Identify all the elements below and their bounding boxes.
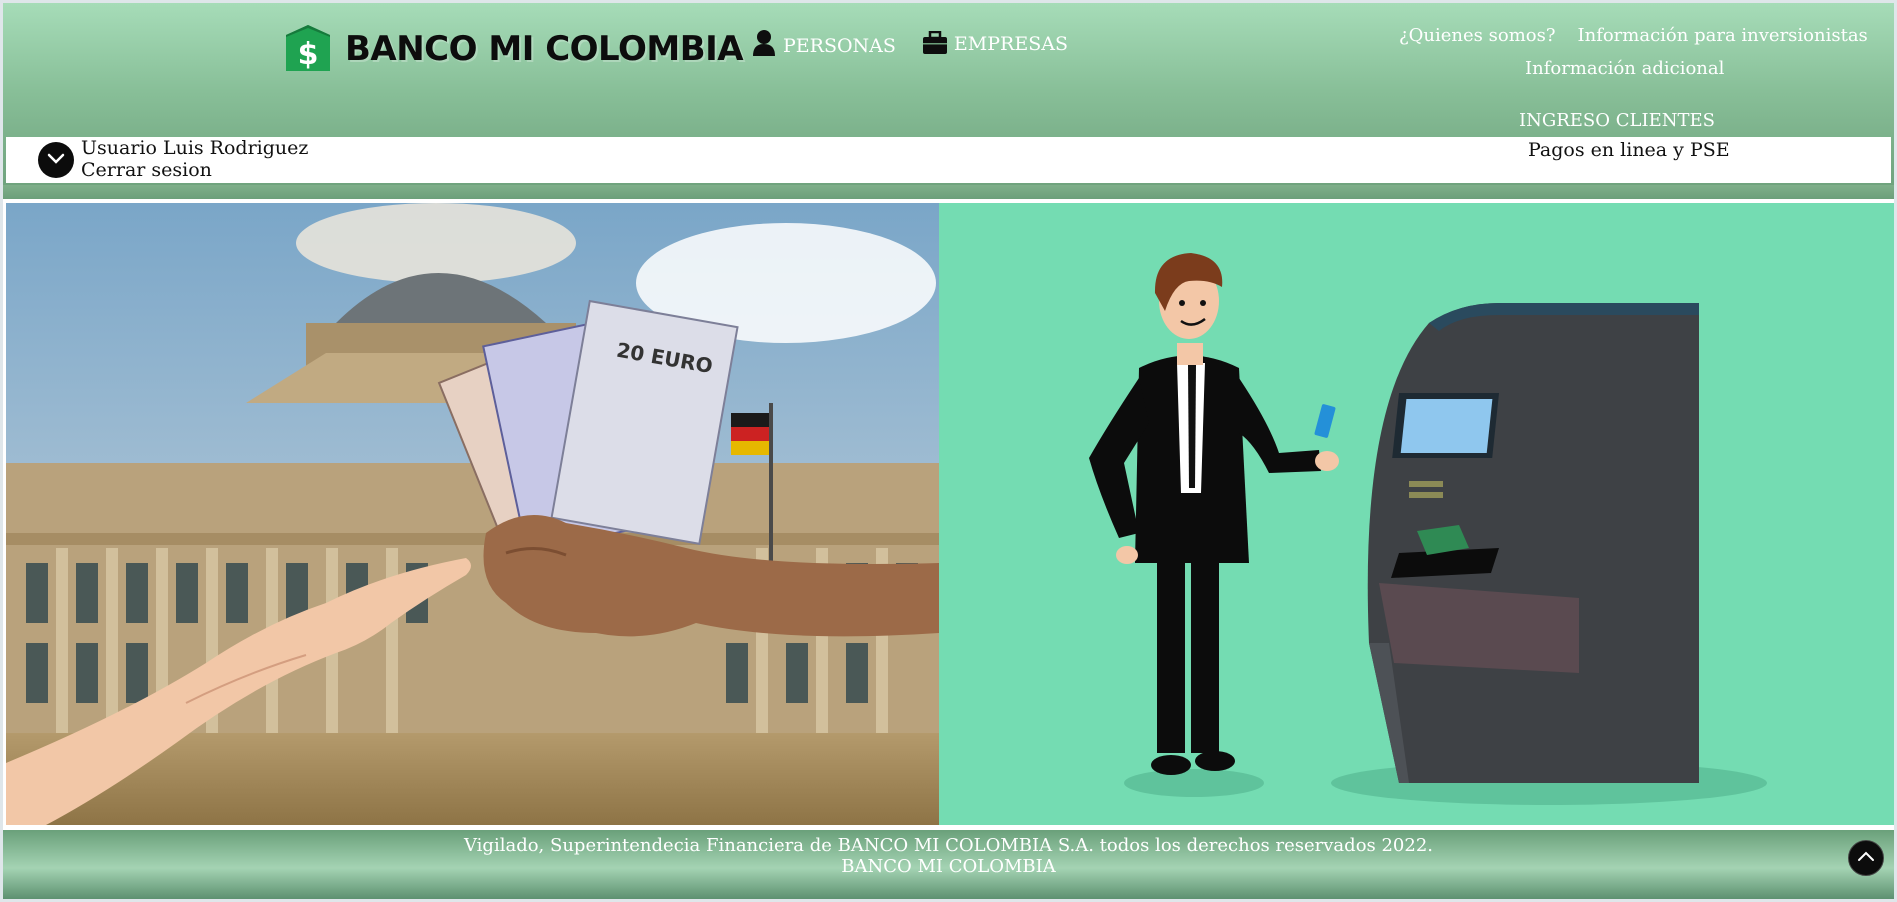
dollar-badge-icon: $: [286, 25, 330, 72]
nav-personas-label: PERSONAS: [783, 35, 896, 57]
user-bar: Usuario Luis Rodriguez Cerrar sesion Pag…: [6, 137, 1891, 183]
main-nav: PERSONAS EMPRESAS: [751, 29, 1068, 57]
person-icon: [753, 30, 775, 56]
site-logo[interactable]: $ BANCO MI COLOMBIA: [283, 21, 744, 77]
chevron-up-icon: [1858, 851, 1874, 861]
nav-personas[interactable]: PERSONAS: [751, 29, 896, 57]
brand-name: BANCO MI COLOMBIA: [345, 29, 744, 69]
briefcase-icon: [922, 31, 947, 54]
top-links: ¿Quienes somos? Información para inversi…: [1399, 25, 1869, 79]
pagos-pse-link[interactable]: Pagos en linea y PSE: [1528, 139, 1730, 161]
hands-money-illustration: 20 EURO: [6, 203, 939, 825]
footer-legal-text: Vigilado, Superintendecia Financiera de …: [463, 835, 1434, 856]
scroll-top-button[interactable]: [1848, 840, 1884, 876]
site-footer: Vigilado, Superintendecia Financiera de …: [3, 830, 1894, 899]
atm-illustration: [939, 203, 1894, 825]
footer-brand: BANCO MI COLOMBIA: [841, 856, 1056, 877]
logout-link[interactable]: Cerrar sesion: [81, 159, 212, 181]
hands-money-photo: 20 EURO: [6, 203, 939, 825]
link-informacion-adicional[interactable]: Información adicional: [1525, 58, 1724, 79]
link-inversionistas[interactable]: Información para inversionistas: [1577, 25, 1867, 46]
hero-banner: 20 EURO: [6, 203, 1894, 825]
header-separator: [3, 185, 1894, 199]
nav-empresas-label: EMPRESAS: [953, 33, 1068, 55]
chevron-down-icon: [47, 153, 65, 164]
ingreso-clientes-link[interactable]: INGRESO CLIENTES: [1519, 110, 1715, 131]
user-name: Usuario Luis Rodriguez: [81, 137, 309, 159]
man-at-atm-illustration: [1089, 253, 1767, 805]
link-quienes-somos[interactable]: ¿Quienes somos?: [1399, 25, 1555, 46]
user-menu-toggle[interactable]: [38, 142, 74, 178]
svg-text:$: $: [298, 37, 319, 72]
nav-empresas[interactable]: EMPRESAS: [922, 31, 1068, 55]
